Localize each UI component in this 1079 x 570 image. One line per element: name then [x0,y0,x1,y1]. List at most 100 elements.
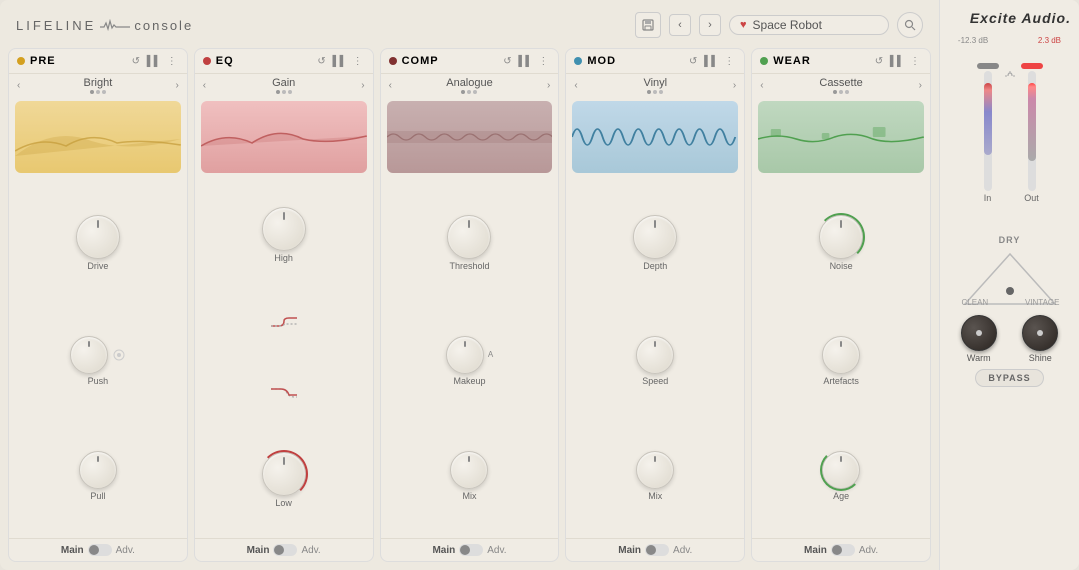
comp-toggle[interactable] [459,544,483,556]
pre-drive-label: Drive [87,261,108,271]
pre-pull-knob[interactable] [79,451,117,489]
eq-toggle[interactable] [273,544,297,556]
dry-section: DRY CLEAN VINTAGE [948,235,1071,309]
eq-high-knob-container: High [262,207,306,263]
app-container: LIFELINE console ‹ › ♥ Space Robot [0,0,1079,570]
comp-bars-icon[interactable]: ▌▌ [518,54,532,68]
module-pre-header: PRE ↺ ▌▌ ⋮ [9,49,187,74]
preset-bar: ♥ Space Robot [729,15,889,35]
meter-link-col [1003,49,1017,83]
module-pre-name: PRE [17,55,56,67]
save-button[interactable] [635,12,661,38]
comp-footer-main: Main [432,545,455,556]
eq-next-arrow[interactable]: › [361,80,364,91]
meter-in-track [984,71,992,191]
pre-toggle[interactable] [88,544,112,556]
eq-footer-main: Main [247,545,270,556]
comp-waveform [387,101,553,173]
eq-waveform [201,101,367,173]
left-panel: LIFELINE console ‹ › ♥ Space Robot [0,0,939,570]
wear-active-dot [760,57,768,65]
bypass-button[interactable]: BYPASS [975,369,1043,387]
eq-footer-adv: Adv. [301,545,320,556]
wear-artefacts-knob[interactable] [822,336,860,374]
meter-in-col: In [977,49,999,203]
wear-noise-knob[interactable] [819,215,863,259]
mod-depth-knob[interactable] [633,215,677,259]
meter-link-icon[interactable] [1003,69,1017,83]
comp-mix-label: Mix [462,491,476,501]
mod-menu-icon[interactable]: ⋮ [722,54,736,68]
eq-filter-high-icon[interactable] [269,316,299,330]
mod-bars-icon[interactable]: ▌▌ [704,54,718,68]
warm-knob[interactable] [961,315,997,351]
wear-next-arrow[interactable]: › [919,80,922,91]
pre-preset-name: Bright [84,77,113,89]
comp-prev-arrow[interactable]: ‹ [389,80,392,91]
wear-menu-icon[interactable]: ⋮ [908,54,922,68]
warm-knob-container: Warm [961,315,997,363]
wear-bars-icon[interactable]: ▌▌ [890,54,904,68]
pre-push-knob-container: Push [70,336,126,386]
back-button[interactable]: ‹ [669,14,691,36]
eq-prev-arrow[interactable]: ‹ [203,80,206,91]
wear-age-knob[interactable] [822,451,860,489]
pre-waveform [15,101,181,173]
eq-filter-low-icon[interactable] [269,385,299,399]
mod-footer-adv: Adv. [673,545,692,556]
wear-knobs: Noise Artefacts Age [752,177,930,538]
comp-threshold-knob-container: Threshold [447,215,491,271]
pre-bars-icon[interactable]: ▌▌ [147,54,161,68]
mod-undo-icon[interactable]: ↺ [686,54,700,68]
eq-knobs: High [195,177,373,538]
eq-high-knob[interactable] [262,207,306,251]
mod-depth-label: Depth [643,261,667,271]
mod-footer: Main Adv. [566,538,744,561]
comp-mix-knob[interactable] [450,451,488,489]
wear-footer-main: Main [804,545,827,556]
comp-auto-badge: A [488,350,493,359]
mod-toggle[interactable] [645,544,669,556]
pre-menu-icon[interactable]: ⋮ [165,54,179,68]
wear-artefacts-knob-container: Artefacts [822,336,860,386]
pre-push-knob[interactable] [70,336,108,374]
comp-next-arrow[interactable]: › [547,80,550,91]
wear-footer: Main Adv. [752,538,930,561]
mod-waveform [572,101,738,173]
wear-noise-label: Noise [830,261,853,271]
wear-prev-arrow[interactable]: ‹ [760,80,763,91]
meter-in-handle[interactable] [977,63,999,69]
shine-label: Shine [1029,353,1052,363]
mod-mix-knob[interactable] [636,451,674,489]
comp-threshold-knob[interactable] [447,215,491,259]
mod-speed-knob[interactable] [636,336,674,374]
wear-header-icons: ↺ ▌▌ ⋮ [872,54,922,68]
eq-undo-icon[interactable]: ↺ [315,54,329,68]
wear-toggle[interactable] [831,544,855,556]
module-comp: COMP ↺ ▌▌ ⋮ ‹ Analogue › [380,48,560,562]
mod-speed-label: Speed [642,376,668,386]
forward-button[interactable]: › [699,14,721,36]
pre-prev-arrow[interactable]: ‹ [17,80,20,91]
eq-low-knob[interactable] [262,452,306,496]
right-panel: Excite Audio. -12.3 dB 2.3 dB In [939,0,1079,570]
warm-shine-row: Warm Shine [948,315,1071,363]
search-button[interactable] [897,12,923,38]
mod-prev-arrow[interactable]: ‹ [574,80,577,91]
comp-menu-icon[interactable]: ⋮ [536,54,550,68]
pre-undo-icon[interactable]: ↺ [129,54,143,68]
comp-makeup-knob[interactable] [446,336,484,374]
pre-drive-knob[interactable] [76,215,120,259]
meter-out-handle[interactable] [1021,63,1043,69]
mod-next-arrow[interactable]: › [733,80,736,91]
shine-knob[interactable] [1022,315,1058,351]
eq-menu-icon[interactable]: ⋮ [351,54,365,68]
vintage-corner-label: VINTAGE [1025,298,1060,307]
wear-undo-icon[interactable]: ↺ [872,54,886,68]
module-mod: MOD ↺ ▌▌ ⋮ ‹ Vinyl › [565,48,745,562]
pre-next-arrow[interactable]: › [175,80,178,91]
module-wear-header: WEAR ↺ ▌▌ ⋮ [752,49,930,74]
module-wear: WEAR ↺ ▌▌ ⋮ ‹ Cassette › [751,48,931,562]
comp-undo-icon[interactable]: ↺ [500,54,514,68]
eq-bars-icon[interactable]: ▌▌ [333,54,347,68]
